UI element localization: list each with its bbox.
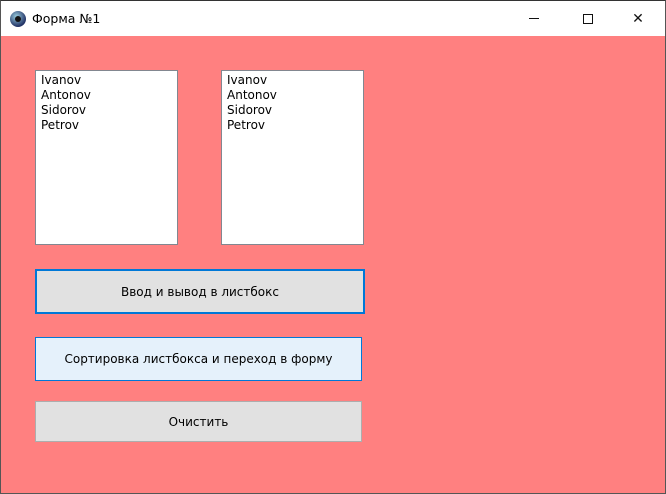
list-item[interactable]: Antonov <box>41 88 172 103</box>
maximize-button[interactable] <box>565 1 611 36</box>
list-item[interactable]: Petrov <box>41 118 172 133</box>
listbox-2[interactable]: Ivanov Antonov Sidorov Petrov <box>221 70 364 245</box>
list-item[interactable]: Ivanov <box>41 73 172 88</box>
list-item[interactable]: Sidorov <box>227 103 358 118</box>
window-title: Форма №1 <box>32 11 101 26</box>
form-window: Форма №1 ✕ Ivanov Antonov Sidorov Petrov… <box>0 0 666 494</box>
app-paw-icon <box>10 11 26 27</box>
title-bar[interactable]: Форма №1 ✕ <box>1 1 665 36</box>
list-item[interactable]: Sidorov <box>41 103 172 118</box>
listbox-1[interactable]: Ivanov Antonov Sidorov Petrov <box>35 70 178 245</box>
minimize-button[interactable] <box>511 1 557 36</box>
list-item[interactable]: Ivanov <box>227 73 358 88</box>
clear-button[interactable]: Очистить <box>35 401 362 442</box>
list-item[interactable]: Antonov <box>227 88 358 103</box>
input-output-button[interactable]: Ввод и вывод в листбокс <box>35 269 365 314</box>
maximize-icon <box>583 13 593 24</box>
list-item[interactable]: Petrov <box>227 118 358 133</box>
close-button[interactable]: ✕ <box>615 1 661 36</box>
close-icon: ✕ <box>632 10 644 27</box>
minimize-icon <box>529 18 539 19</box>
sort-and-go-button[interactable]: Сортировка листбокса и переход в форму <box>35 337 362 381</box>
